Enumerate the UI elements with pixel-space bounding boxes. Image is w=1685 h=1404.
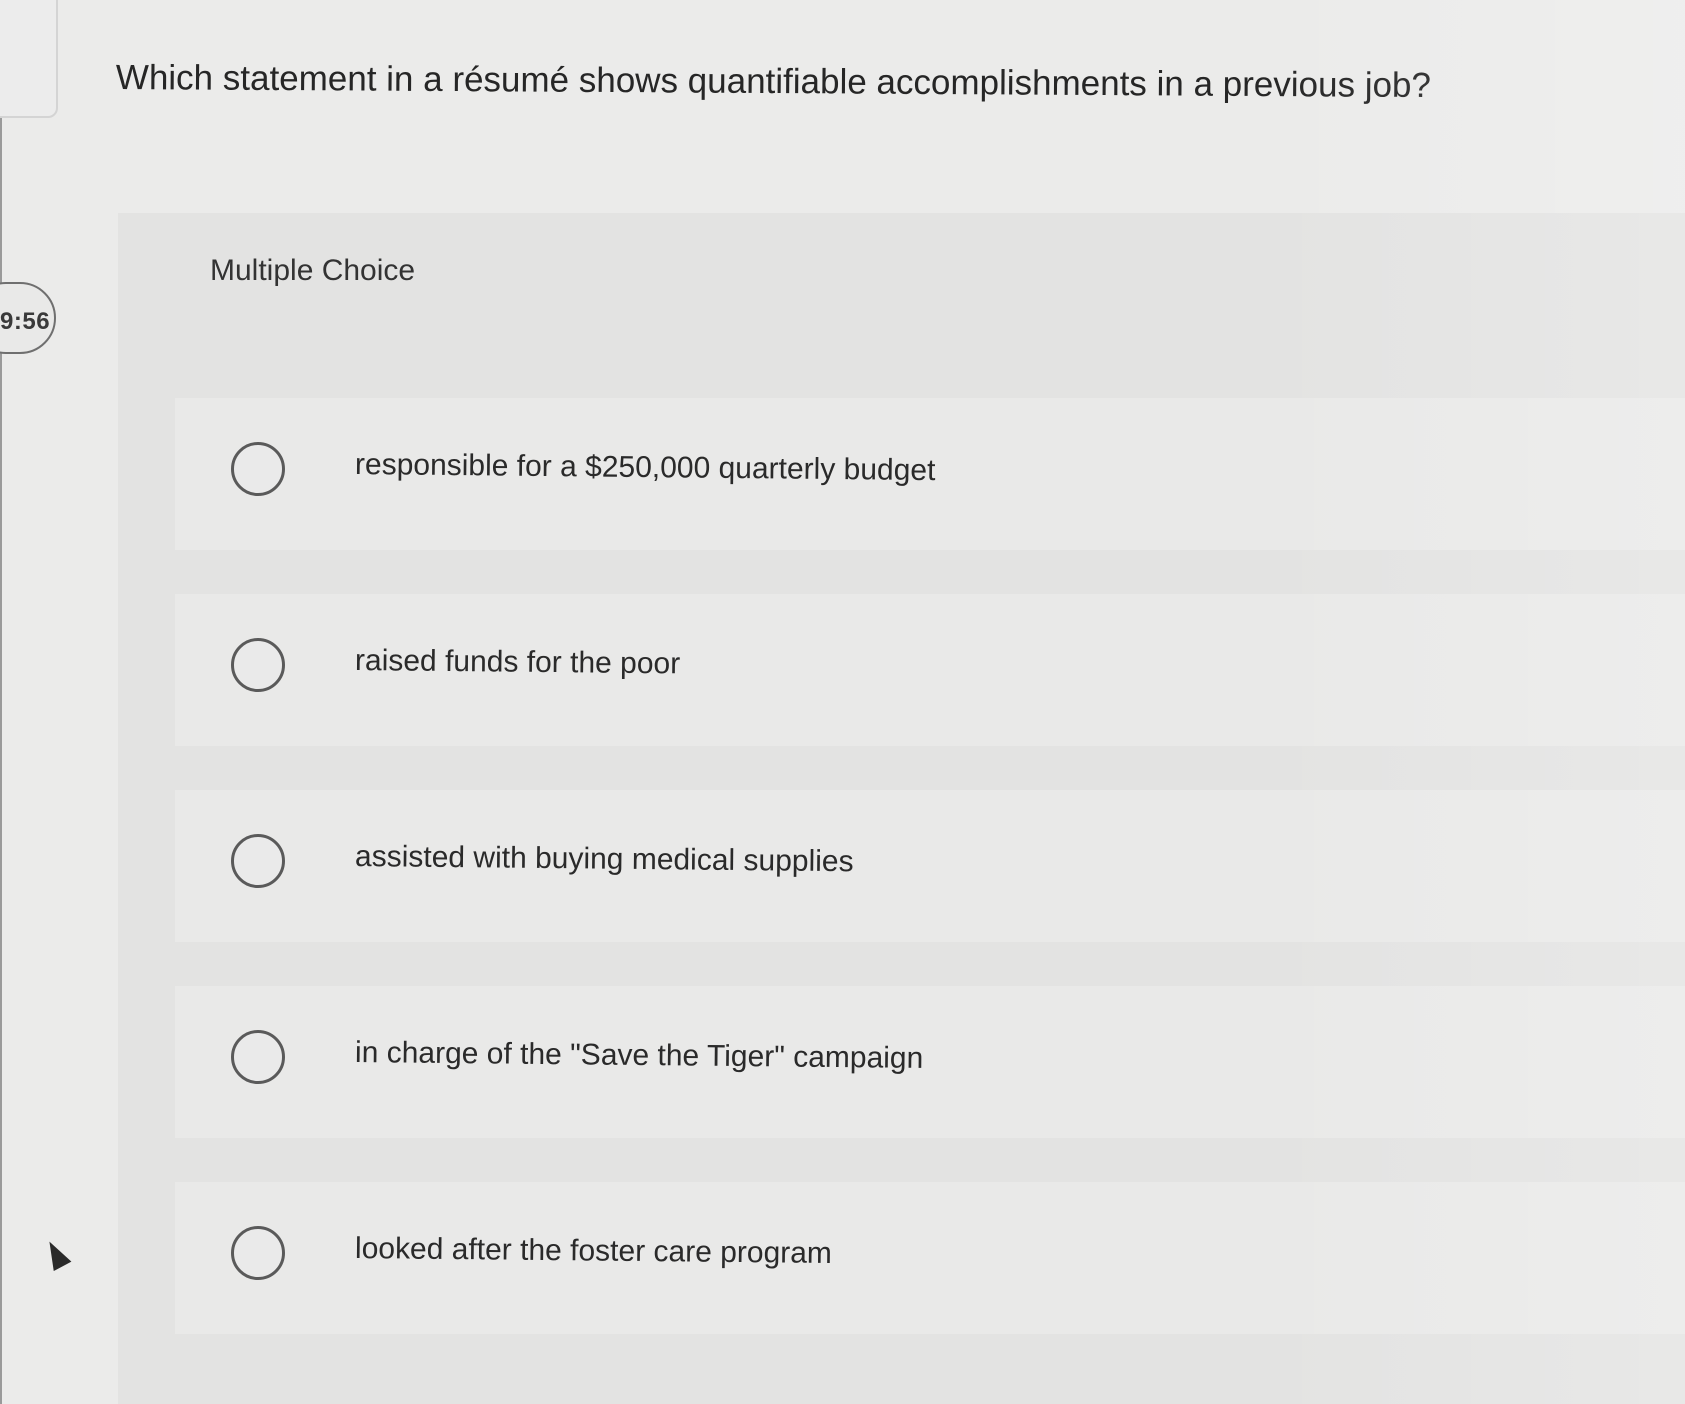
answer-option-5[interactable]: looked after the foster care program bbox=[175, 1182, 1685, 1334]
answer-option-label: looked after the foster care program bbox=[354, 1232, 833, 1270]
mouse-cursor-icon bbox=[40, 1236, 72, 1272]
answer-option-1[interactable]: responsible for a $250,000 quarterly bud… bbox=[175, 398, 1685, 550]
question-text: Which statement in a résumé shows quanti… bbox=[115, 57, 1432, 106]
answer-option-label: in charge of the "Save the Tiger" campai… bbox=[354, 1036, 924, 1075]
radio-icon[interactable] bbox=[231, 834, 285, 888]
side-tab[interactable] bbox=[0, 0, 58, 118]
radio-icon[interactable] bbox=[231, 1030, 285, 1084]
radio-icon[interactable] bbox=[231, 1226, 285, 1280]
answer-options: responsible for a $250,000 quarterly bud… bbox=[175, 398, 1685, 1378]
window-edge bbox=[0, 0, 2, 1404]
timer-text: 9:56 bbox=[0, 308, 51, 335]
answer-option-2[interactable]: raised funds for the poor bbox=[175, 594, 1685, 746]
question-type-label: Multiple Choice bbox=[210, 254, 416, 287]
answer-option-3[interactable]: assisted with buying medical supplies bbox=[175, 790, 1685, 942]
radio-icon[interactable] bbox=[231, 638, 285, 692]
radio-icon[interactable] bbox=[231, 442, 285, 496]
answer-option-label: responsible for a $250,000 quarterly bud… bbox=[354, 448, 936, 488]
answer-option-label: assisted with buying medical supplies bbox=[354, 840, 854, 879]
answer-option-label: raised funds for the poor bbox=[354, 644, 681, 681]
answer-option-4[interactable]: in charge of the "Save the Tiger" campai… bbox=[175, 986, 1685, 1138]
